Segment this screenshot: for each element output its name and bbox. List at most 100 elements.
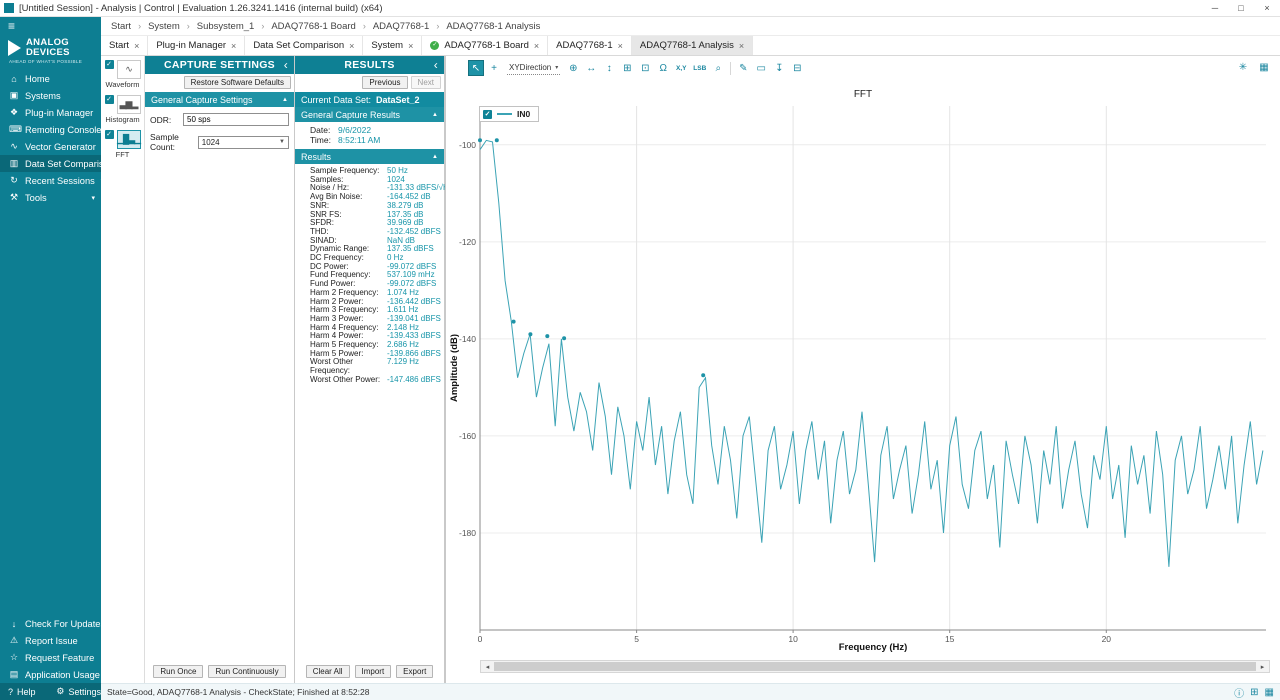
search-tool-icon[interactable]: ⌕ (710, 60, 726, 76)
view-strip: ✓∿Waveform✓▃▆▂Histogram✓▁█▃▁FFT (101, 56, 145, 683)
marker-tool-icon[interactable]: + (486, 60, 502, 76)
sidebar-item-remoting-console[interactable]: ⌨Remoting Console (0, 121, 101, 138)
run-continuously-button[interactable]: Run Continuously (208, 665, 285, 678)
close-icon[interactable]: × (231, 41, 236, 51)
tab-adaq7768-1[interactable]: ADAQ7768-1× (548, 36, 632, 55)
view-label: Histogram (101, 115, 144, 124)
close-icon[interactable]: × (408, 41, 413, 51)
tab-plug-in-manager[interactable]: Plug-in Manager × (148, 36, 245, 55)
export-image-tool-icon[interactable]: ↧ (771, 60, 787, 76)
restore-defaults-button[interactable]: Restore Software Defaults (184, 76, 291, 89)
svg-text:-140: -140 (459, 334, 476, 344)
tab-adaq7768-1-board[interactable]: ✓ADAQ7768-1 Board× (422, 36, 548, 55)
previous-button[interactable]: Previous (362, 76, 407, 89)
collapse-left-icon[interactable]: ‹ (434, 58, 438, 72)
tab-adaq7768-1-analysis[interactable]: ADAQ7768-1 Analysis× (632, 36, 753, 55)
grid-view-icon[interactable]: ▦ (1256, 59, 1272, 75)
title-bar: [Untitled Session] - Analysis | Control … (0, 0, 1280, 17)
general-capture-results-section[interactable]: General Capture Results ▲ (295, 107, 444, 122)
sidebar-item-plug-in-manager[interactable]: ❖Plug-in Manager (0, 104, 101, 121)
draw-tool-icon[interactable]: ✎ (735, 60, 751, 76)
breadcrumb-item-adaq7768-1-analysis[interactable]: ADAQ7768-1 Analysis (446, 21, 540, 32)
close-button[interactable]: × (1254, 0, 1280, 16)
xy-readout-tool-icon[interactable]: X,Y (673, 60, 689, 76)
units-tool-icon[interactable]: LSB (691, 60, 708, 76)
clear-all-button[interactable]: Clear All (306, 665, 350, 678)
help-button[interactable]: ? Help (0, 683, 48, 700)
legend-checkbox-checked-icon[interactable]: ✓ (483, 110, 492, 119)
tab-system[interactable]: System× (363, 36, 422, 55)
import-button[interactable]: Import (355, 665, 392, 678)
tab-start[interactable]: Start× (101, 36, 148, 55)
breadcrumb-item-start[interactable]: Start (111, 21, 131, 32)
tab-label: Plug-in Manager (156, 40, 226, 51)
chevron-down-icon: ▾ (555, 64, 558, 71)
grid-icon[interactable]: ▦ (1265, 687, 1274, 698)
scroll-right-icon[interactable]: ▸ (1256, 661, 1269, 672)
layout-icon[interactable]: ⊞ (1250, 687, 1258, 698)
maximize-button[interactable]: □ (1228, 0, 1254, 16)
checkbox-checked-icon[interactable]: ✓ (105, 60, 114, 69)
breadcrumb-item-adaq7768-1-board[interactable]: ADAQ7768-1 Board (271, 21, 356, 32)
box-zoom-tool-icon[interactable]: ⊡ (637, 60, 653, 76)
sidebar-item-label: Check For Updates (25, 619, 105, 629)
sidebar-item-report-issue[interactable]: ⚠Report Issue (0, 632, 101, 649)
breadcrumb-item-adaq7768-1[interactable]: ADAQ7768-1 (373, 21, 430, 32)
general-capture-settings-section[interactable]: General Capture Settings ▲ (145, 92, 294, 107)
copy-plot-tool-icon[interactable]: ⊟ (789, 60, 805, 76)
fit-view-tool-icon[interactable]: ⊞ (619, 60, 635, 76)
minimize-button[interactable]: ─ (1202, 0, 1228, 16)
sidebar-item-check-for-updates[interactable]: ↓Check For Updates (0, 615, 101, 632)
checkbox-checked-icon[interactable]: ✓ (105, 95, 114, 104)
close-icon[interactable]: × (739, 41, 744, 51)
sidebar-item-application-usage-logging[interactable]: ▤Application Usage Logging (0, 666, 101, 683)
close-icon[interactable]: × (534, 41, 539, 51)
sidebar-item-request-feature[interactable]: ☆Request Feature (0, 649, 101, 666)
svg-text:Amplitude (dB): Amplitude (dB) (449, 334, 460, 402)
close-icon[interactable]: × (134, 41, 139, 51)
results-section[interactable]: Results ▲ (295, 149, 444, 164)
waveform-icon[interactable]: ∿ (117, 60, 141, 79)
capture-buttons-row: Run Once Run Continuously (145, 661, 294, 683)
fft-plot[interactable]: -100-120-140-160-18005101520Frequency (H… (448, 102, 1278, 658)
scroll-left-icon[interactable]: ◂ (481, 661, 494, 672)
histogram-icon[interactable]: ▃▆▂ (117, 95, 141, 114)
svg-text:10: 10 (788, 634, 798, 644)
sidebar-item-data-set-comparison[interactable]: ▥Data Set Comparison (0, 155, 101, 172)
svg-text:15: 15 (945, 634, 955, 644)
checkbox-checked-icon[interactable]: ✓ (105, 130, 114, 139)
odr-input[interactable] (183, 113, 289, 126)
measure-tool-icon[interactable]: ▭ (753, 60, 769, 76)
close-icon[interactable]: × (349, 41, 354, 51)
collapse-left-icon[interactable]: ‹ (284, 58, 288, 72)
pan-tool-icon[interactable]: ⊕ (565, 60, 581, 76)
h-scale-tool-icon[interactable]: ↔ (583, 60, 599, 76)
waveform-mode-tool-icon[interactable]: Ω (655, 60, 671, 76)
chart-legend[interactable]: ✓ IN0 (479, 106, 539, 122)
breadcrumb-item-subsystem-1[interactable]: Subsystem_1 (197, 21, 255, 32)
xy-direction-select[interactable]: XYDirection▾ (507, 62, 560, 75)
info-icon[interactable]: ⓘ (1234, 685, 1244, 700)
hamburger-menu-icon[interactable]: ≡ (0, 17, 101, 35)
next-button[interactable]: Next (411, 76, 441, 89)
breadcrumb-separator: › (138, 21, 141, 31)
close-icon[interactable]: × (618, 41, 623, 51)
tab-data-set-comparison[interactable]: Data Set Comparison× (245, 36, 363, 55)
sidebar-item-systems[interactable]: ▣Systems (0, 87, 101, 104)
sidebar-item-tools[interactable]: ⚒Tools▾ (0, 189, 101, 206)
plot-options-icon[interactable]: ✳ (1235, 59, 1251, 75)
sidebar-item-recent-sessions[interactable]: ↻Recent Sessions▾ (0, 172, 101, 189)
sample-count-select[interactable]: 1024 ▼ (198, 136, 289, 149)
run-once-button[interactable]: Run Once (153, 665, 203, 678)
legend-line-sample (497, 113, 512, 115)
export-button[interactable]: Export (396, 665, 433, 678)
sidebar-item-vector-generator[interactable]: ∿Vector Generator (0, 138, 101, 155)
cursor-tool-icon[interactable]: ↖ (468, 60, 484, 76)
v-scale-tool-icon[interactable]: ↕ (601, 60, 617, 76)
horizontal-scrollbar[interactable]: ◂ ▸ (480, 660, 1270, 673)
fft-icon[interactable]: ▁█▃▁ (117, 130, 141, 149)
scrollbar-thumb[interactable] (494, 662, 1256, 671)
settings-button[interactable]: ⚙ Settings (48, 683, 101, 700)
sidebar-item-home[interactable]: ⌂Home (0, 70, 101, 87)
breadcrumb-item-system[interactable]: System (148, 21, 180, 32)
